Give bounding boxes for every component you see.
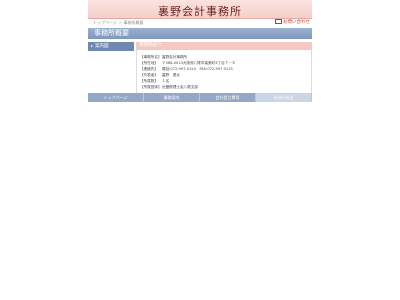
footer-link-office-overview[interactable]: 事務所概要 [256,93,312,102]
info-value: 電話:072-997-0124 FAX:072-997-0125 [162,67,233,71]
content-heading: 事務所紹介 [136,42,312,50]
site-title[interactable]: 裏野会計事務所 [158,5,242,18]
office-info: 【事務所名】裏野会計事務所 【所在地】 〒566-0013大阪府八尾市高美町4丁目… [136,50,312,95]
main-area: 案内図 事務所紹介 【事務所名】裏野会計事務所 【所在地】 〒566-0013大阪… [88,42,312,97]
sidebar-item-label: 案内図 [95,44,109,49]
arrow-right-icon [91,44,93,47]
info-key: 【所属団体】 [140,85,162,89]
sidebar-item-map[interactable]: 案内図 [88,42,134,52]
footer-link-services[interactable]: 業務案内 [144,93,200,102]
info-row: 【所属団体】近畿税理士会八尾支部 [140,84,308,90]
breadcrumb[interactable]: トップページ ＞ 事務所概要 [93,19,143,27]
contact-link[interactable]: お問い合わせ [275,19,310,27]
info-value: 近畿税理士会八尾支部 [162,85,198,89]
footer-link-top[interactable]: トップページ [88,93,144,102]
page-title: 事務所概要 [88,28,312,39]
info-value: 裏野会計事務所 [162,55,188,59]
sub-bar: トップページ ＞ 事務所概要 お問い合わせ [88,19,312,27]
content-panel: 事務所紹介 【事務所名】裏野会計事務所 【所在地】 〒566-0013大阪府八尾市… [136,42,312,95]
sidebar: 案内図 [88,42,134,52]
page-wrapper: 裏野会計事務所 トップページ ＞ 事務所概要 お問い合わせ 事務所概要 案内図 … [88,0,312,102]
info-value: 〒566-0013大阪府八尾市高美町4丁目７－８ [162,61,236,65]
mail-icon [275,19,282,24]
info-value: １名 [162,79,170,83]
footer-nav: トップページ 業務案内 会社設立費用 事務所概要 [88,93,312,102]
site-header: 裏野会計事務所 [88,0,312,19]
footer-link-incorporation-fees[interactable]: 会社設立費用 [200,93,256,102]
info-value: 裏野 優太 [162,73,180,77]
contact-label: お問い合わせ [283,20,310,25]
